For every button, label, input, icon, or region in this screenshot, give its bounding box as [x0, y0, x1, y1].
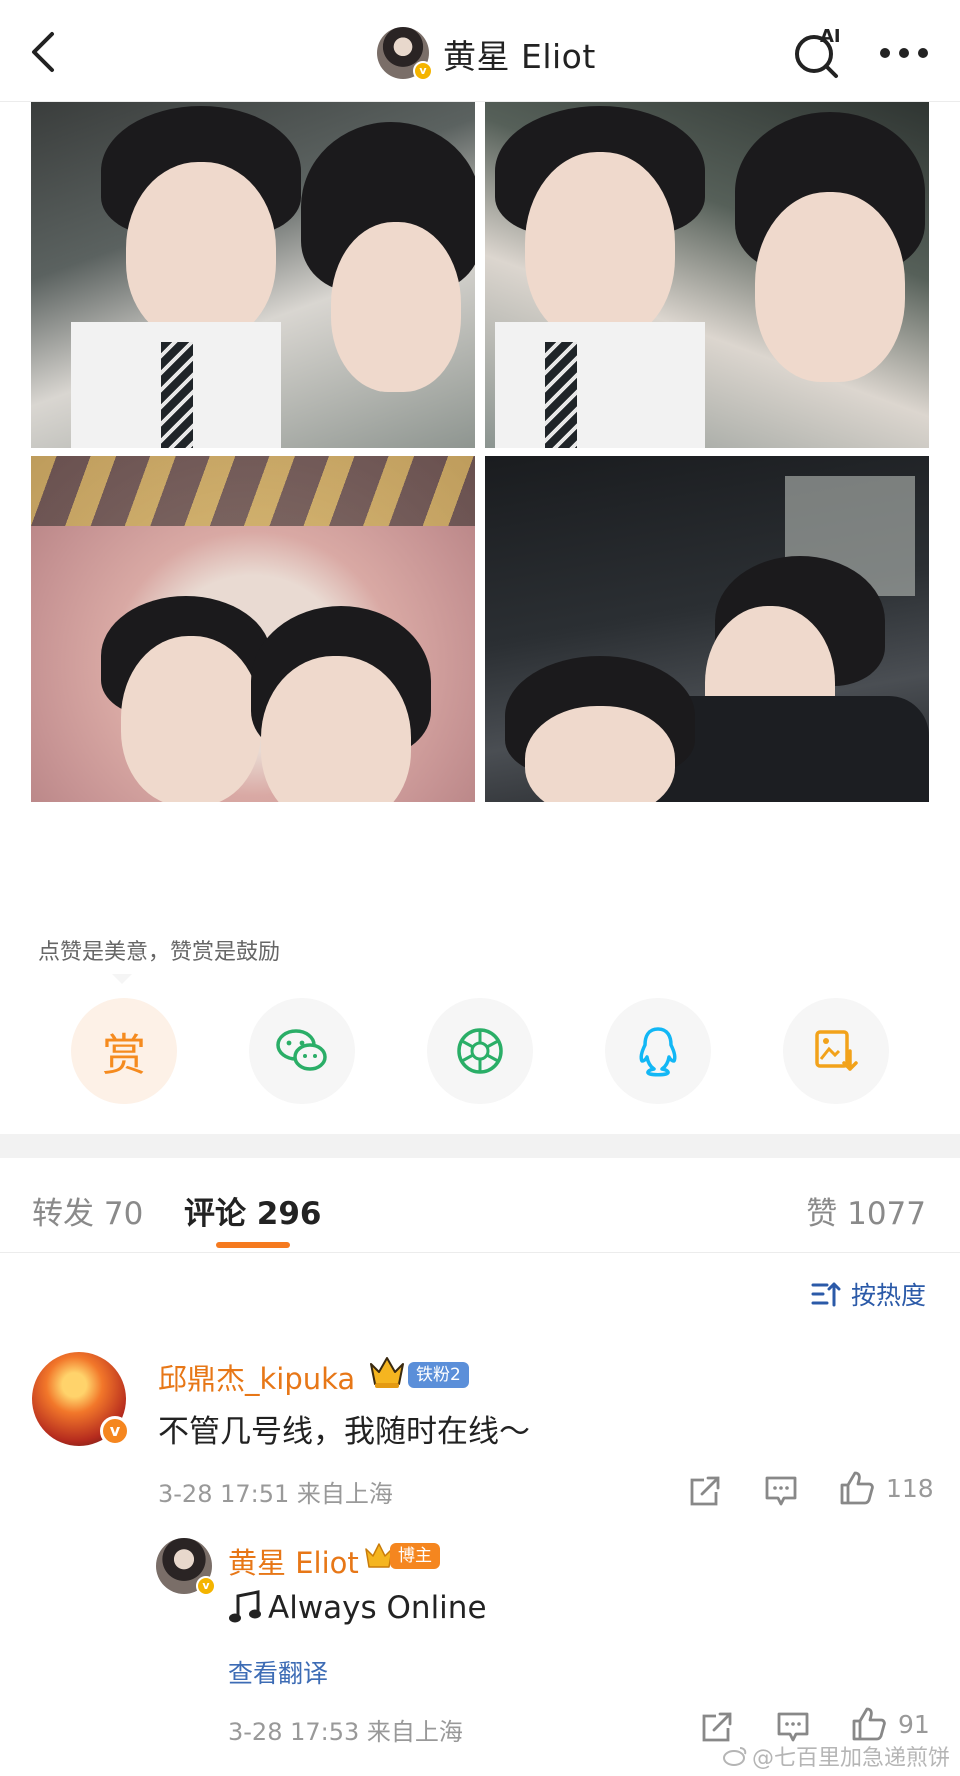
post-photo-3[interactable]	[31, 456, 475, 802]
post-photo-1[interactable]	[31, 102, 475, 448]
post-photo-4[interactable]	[485, 456, 929, 802]
reply-author-name[interactable]: 黄星 Eliot	[228, 1540, 359, 1582]
comment-icon[interactable]	[764, 1474, 798, 1508]
stripe-background	[31, 456, 475, 526]
tabs-divider	[0, 1252, 960, 1253]
like-icon[interactable]	[838, 1470, 874, 1506]
chevron-left-icon	[32, 32, 54, 72]
face-shape	[126, 162, 276, 342]
repost-icon[interactable]	[688, 1474, 722, 1508]
ai-label: AI	[820, 26, 841, 47]
tab-like[interactable]: 赞 1077	[806, 1188, 926, 1233]
translate-link[interactable]: 查看翻译	[228, 1654, 328, 1690]
comment-like-count: 118	[886, 1474, 934, 1503]
face-shape	[121, 636, 261, 802]
author-avatar[interactable]: v	[377, 27, 433, 81]
comment-icon[interactable]	[776, 1710, 810, 1744]
wechat-icon	[276, 1029, 327, 1071]
dot-icon	[918, 48, 928, 58]
wechat-moments-icon	[457, 1028, 503, 1074]
reply-like-count: 91	[898, 1710, 930, 1739]
ai-search-icon: AI	[795, 26, 841, 78]
more-options-button[interactable]	[880, 48, 928, 60]
dot-icon	[899, 48, 909, 58]
share-qq-button[interactable]	[605, 998, 711, 1104]
blogger-label: 博主	[390, 1543, 440, 1569]
face-shape	[525, 152, 675, 342]
verified-badge-icon: v	[196, 1576, 216, 1596]
reward-label: 赏	[102, 1030, 146, 1081]
watermark-text: @七百里加急递煎饼	[751, 1746, 950, 1771]
face-shape	[525, 706, 675, 802]
comment-text: 不管几号线，我随时在线～	[158, 1414, 530, 1450]
reply-text: Always Online	[268, 1590, 487, 1626]
share-moments-button[interactable]	[427, 998, 533, 1104]
sort-by-hot-button[interactable]: 按热度	[811, 1276, 926, 1312]
share-wechat-button[interactable]	[249, 998, 355, 1104]
face-shape	[755, 192, 905, 382]
dot-icon	[880, 48, 890, 58]
commenter-avatar[interactable]: v	[32, 1352, 130, 1446]
blogger-badge: 博主	[364, 1540, 440, 1572]
fan-level-badge: 铁粉2	[408, 1362, 469, 1388]
tip-arrow	[112, 974, 132, 984]
reply-author-avatar[interactable]: v	[156, 1538, 216, 1596]
post-photo-2[interactable]	[485, 102, 929, 448]
save-image-button[interactable]	[783, 998, 889, 1104]
sort-icon	[811, 1282, 841, 1307]
top-bar: v 黄星 Eliot AI	[0, 0, 960, 102]
comment-meta: 3-28 17:51 来自上海	[158, 1480, 393, 1508]
watermark: @七百里加急递煎饼	[722, 1740, 950, 1772]
tab-comment[interactable]: 评论 296	[184, 1188, 322, 1233]
shirt-shape	[495, 322, 705, 448]
back-button[interactable]	[24, 28, 64, 76]
like-icon[interactable]	[850, 1706, 886, 1742]
active-tab-indicator	[216, 1242, 290, 1248]
repost-icon[interactable]	[700, 1710, 734, 1744]
tie-shape	[161, 342, 193, 448]
reward-button[interactable]: 赏	[71, 998, 177, 1104]
qq-icon	[639, 1027, 677, 1077]
tab-repost[interactable]: 转发 70	[32, 1188, 143, 1233]
ai-search-button[interactable]: AI	[790, 24, 850, 80]
music-note-icon	[229, 1590, 261, 1623]
reward-tip: 点赞是美意，赞赏是鼓励	[38, 940, 281, 965]
verified-badge-icon: v	[413, 61, 433, 81]
tie-shape	[545, 342, 577, 448]
save-image-icon	[815, 1030, 858, 1071]
author-name[interactable]: 黄星 Eliot	[443, 30, 596, 78]
reply-meta: 3-28 17:53 来自上海	[228, 1718, 463, 1746]
weibo-logo-icon	[722, 1747, 747, 1766]
face-shape	[331, 222, 461, 392]
face-shape	[261, 656, 411, 802]
section-divider	[0, 1134, 960, 1158]
reply-text-row: Always Online	[228, 1590, 487, 1626]
sort-label: 按热度	[850, 1281, 926, 1310]
verified-badge-icon: v	[100, 1416, 130, 1446]
crown-icon	[370, 1357, 404, 1388]
commenter-name[interactable]: 邱鼎杰_kipuka	[158, 1356, 355, 1398]
